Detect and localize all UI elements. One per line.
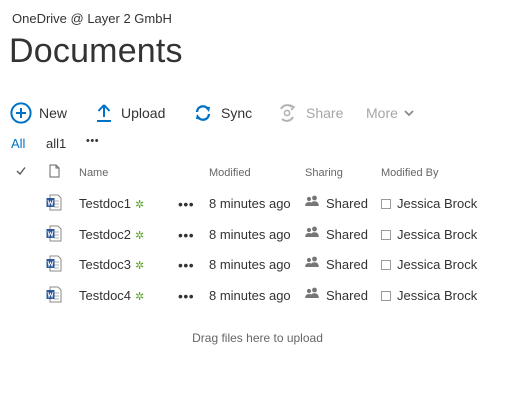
people-icon xyxy=(305,287,319,302)
sync-icon xyxy=(194,103,212,123)
document-name-cell: Testdoc1 ✲ xyxy=(79,196,144,211)
modified-by-link[interactable]: Jessica Brock xyxy=(397,257,477,272)
modified-cell: 8 minutes ago xyxy=(209,196,291,211)
view-all1[interactable]: all1 xyxy=(46,136,66,151)
upload-label: Upload xyxy=(121,105,166,121)
new-item-marker: ✲ xyxy=(135,260,145,272)
chevron-down-icon xyxy=(404,109,414,117)
people-icon xyxy=(305,195,319,210)
modified-by-link[interactable]: Jessica Brock xyxy=(397,196,477,211)
view-more-button[interactable]: ••• xyxy=(86,135,99,147)
column-header-sharing[interactable]: Sharing xyxy=(305,167,343,179)
table-row[interactable]: Testdoc1 ✲ ••• 8 minutes ago Shared Jessica B… xyxy=(0,192,515,216)
modified-cell: 8 minutes ago xyxy=(209,288,291,303)
site-title[interactable]: OneDrive @ Layer 2 GmbH xyxy=(12,11,172,26)
item-menu-button[interactable]: ••• xyxy=(178,288,194,304)
share-label: Share xyxy=(306,105,344,121)
new-label: New xyxy=(39,105,68,121)
new-button[interactable]: New xyxy=(10,100,67,126)
sharing-status-link[interactable]: Shared xyxy=(326,257,368,272)
modified-cell: 8 minutes ago xyxy=(209,257,291,272)
people-icon xyxy=(305,226,319,241)
new-item-marker: ✲ xyxy=(135,230,145,242)
new-item-marker: ✲ xyxy=(135,291,145,303)
modified-cell: 8 minutes ago xyxy=(209,227,291,242)
sharing-status-link[interactable]: Shared xyxy=(326,196,368,211)
column-header-modified[interactable]: Modified xyxy=(209,167,251,179)
upload-arrow-icon xyxy=(96,103,112,123)
document-name-cell: Testdoc4 ✲ xyxy=(79,288,144,303)
word-doc-icon[interactable] xyxy=(46,225,63,245)
modified-by-link[interactable]: Jessica Brock xyxy=(397,288,477,303)
new-item-marker: ✲ xyxy=(135,199,145,211)
item-menu-button[interactable]: ••• xyxy=(178,227,194,243)
item-menu-button[interactable]: ••• xyxy=(178,196,194,212)
column-header-modified-by[interactable]: Modified By xyxy=(381,167,438,179)
upload-button[interactable]: Upload xyxy=(96,100,165,126)
sharing-status-link[interactable]: Shared xyxy=(326,227,368,242)
column-header-name[interactable]: Name xyxy=(79,167,108,179)
file-icon xyxy=(49,164,60,181)
list-header: Name Modified Sharing Modified By xyxy=(0,164,515,182)
table-row[interactable]: Testdoc2 ✲ ••• 8 minutes ago Shared Jessica B… xyxy=(0,223,515,247)
modified-by-cell: Jessica Brock xyxy=(381,288,477,303)
table-row[interactable]: Testdoc4 ✲ ••• 8 minutes ago Shared Jessica B… xyxy=(0,284,515,308)
modified-by-cell: Jessica Brock xyxy=(381,227,477,242)
checkmark-icon[interactable] xyxy=(16,166,26,179)
sharing-status-link[interactable]: Shared xyxy=(326,288,368,303)
document-name-cell: Testdoc3 ✲ xyxy=(79,257,144,272)
document-name-link[interactable]: Testdoc3 xyxy=(79,257,131,272)
page-title: Documents xyxy=(9,32,183,70)
modified-by-link[interactable]: Jessica Brock xyxy=(397,227,477,242)
sync-button[interactable]: Sync xyxy=(194,100,252,126)
share-button[interactable]: Share xyxy=(277,100,343,126)
word-doc-icon[interactable] xyxy=(46,286,63,306)
document-name-link[interactable]: Testdoc1 xyxy=(79,196,131,211)
presence-indicator xyxy=(381,229,391,240)
document-name-cell: Testdoc2 ✲ xyxy=(79,227,144,242)
modified-by-cell: Jessica Brock xyxy=(381,257,477,272)
drag-drop-hint: Drag files here to upload xyxy=(192,331,323,345)
presence-indicator xyxy=(381,290,391,301)
presence-indicator xyxy=(381,259,391,270)
document-name-link[interactable]: Testdoc4 xyxy=(79,288,131,303)
table-row[interactable]: Testdoc3 ✲ ••• 8 minutes ago Shared Jessica B… xyxy=(0,253,515,277)
plus-circle-icon xyxy=(10,102,32,124)
more-button[interactable]: More xyxy=(366,100,414,126)
people-icon xyxy=(305,256,319,271)
word-doc-icon[interactable] xyxy=(46,255,63,275)
view-all[interactable]: All xyxy=(11,136,25,151)
word-doc-icon[interactable] xyxy=(46,194,63,214)
share-icon xyxy=(277,103,297,123)
sync-label: Sync xyxy=(221,105,253,121)
modified-by-cell: Jessica Brock xyxy=(381,196,477,211)
item-menu-button[interactable]: ••• xyxy=(178,257,194,273)
document-name-link[interactable]: Testdoc2 xyxy=(79,227,131,242)
presence-indicator xyxy=(381,198,391,209)
more-label: More xyxy=(366,105,398,121)
